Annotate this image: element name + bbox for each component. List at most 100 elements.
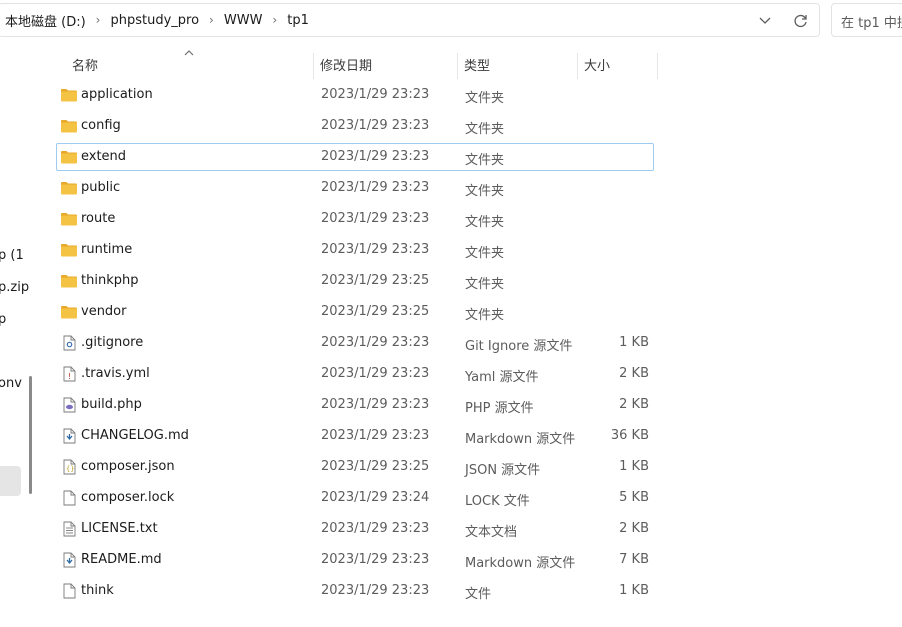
- file-name[interactable]: composer.lock: [81, 490, 174, 505]
- breadcrumb-item[interactable]: phpstudy_pro: [110, 13, 199, 28]
- file-date: 2023/1/29 23:24: [321, 490, 430, 505]
- file-name[interactable]: public: [81, 180, 120, 195]
- file-row[interactable]: LICENSE.txt 2023/1/29 23:23 文本文档 2 KB: [56, 515, 654, 543]
- file-row[interactable]: application 2023/1/29 23:23 文件夹: [56, 81, 654, 109]
- breadcrumb-separator-icon[interactable]: ›: [209, 13, 214, 27]
- breadcrumb-item[interactable]: 本地磁盘 (D:): [5, 11, 86, 30]
- column-divider[interactable]: [457, 53, 458, 79]
- file-size: 1 KB: [619, 459, 649, 474]
- file-type: Markdown 源文件: [465, 432, 576, 447]
- gear-file-icon: [60, 335, 78, 351]
- file-row[interactable]: extend 2023/1/29 23:23 文件夹: [56, 143, 654, 171]
- file-name[interactable]: LICENSE.txt: [81, 521, 158, 536]
- markdown-file-icon: [60, 552, 78, 568]
- folder-icon: [60, 149, 78, 165]
- search-box[interactable]: 在 tp1 中搜: [831, 3, 902, 37]
- file-row[interactable]: build.php 2023/1/29 23:23 PHP 源文件 2 KB: [56, 391, 654, 419]
- breadcrumb-item[interactable]: WWW: [224, 13, 263, 28]
- file-row[interactable]: CHANGELOG.md 2023/1/29 23:23 Markdown 源文件 3…: [56, 422, 654, 450]
- file-date: 2023/1/29 23:23: [321, 583, 430, 598]
- file-row[interactable]: README.md 2023/1/29 23:23 Markdown 源文件 7 KB: [56, 546, 654, 574]
- breadcrumb-item[interactable]: tp1: [287, 13, 309, 28]
- file-row[interactable]: thinkphp 2023/1/29 23:25 文件夹: [56, 267, 654, 295]
- folder-icon: [60, 273, 78, 289]
- file-name[interactable]: composer.json: [81, 459, 175, 474]
- column-divider[interactable]: [577, 53, 578, 79]
- file-date: 2023/1/29 23:23: [321, 552, 430, 567]
- file-name[interactable]: .travis.yml: [81, 366, 150, 381]
- file-date: 2023/1/29 23:23: [321, 211, 430, 226]
- file-type: LOCK 文件: [465, 494, 530, 509]
- yaml-file-icon: !: [60, 366, 78, 382]
- breadcrumb-separator-icon[interactable]: ›: [272, 13, 277, 27]
- file-type: Markdown 源文件: [465, 556, 576, 571]
- breadcrumb: 本地磁盘 (D:) › phpstudy_pro › WWW › tp1: [5, 4, 309, 36]
- file-date: 2023/1/29 23:23: [321, 397, 430, 412]
- folder-icon: [60, 304, 78, 320]
- column-size-header[interactable]: 大小: [584, 49, 610, 79]
- file-type: PHP 源文件: [465, 401, 534, 416]
- file-row[interactable]: .gitignore 2023/1/29 23:23 Git Ignore 源文件 1…: [56, 329, 654, 357]
- file-name[interactable]: vendor: [81, 304, 126, 319]
- file-row[interactable]: think 2023/1/29 23:23 文件 1 KB: [56, 577, 654, 605]
- file-date: 2023/1/29 23:23: [321, 428, 430, 443]
- file-type: 文件夹: [465, 308, 505, 323]
- file-date: 2023/1/29 23:23: [321, 366, 430, 381]
- refresh-icon[interactable]: [791, 12, 811, 30]
- address-bar[interactable]: 本地磁盘 (D:) › phpstudy_pro › WWW › tp1: [0, 3, 820, 37]
- column-divider[interactable]: [657, 53, 658, 79]
- sort-ascending-icon: [184, 50, 194, 56]
- nav-selected-item[interactable]: [0, 466, 21, 496]
- file-type: Yaml 源文件: [465, 370, 539, 385]
- file-type: 文件夹: [465, 246, 505, 261]
- file-date: 2023/1/29 23:23: [321, 335, 430, 350]
- file-name[interactable]: think: [81, 583, 114, 598]
- file-row[interactable]: vendor 2023/1/29 23:25 文件夹: [56, 298, 654, 326]
- file-size: 1 KB: [619, 583, 649, 598]
- file-name[interactable]: README.md: [81, 552, 162, 567]
- file-name[interactable]: .gitignore: [81, 335, 143, 350]
- column-date-header[interactable]: 修改日期: [320, 49, 372, 79]
- file-name[interactable]: application: [81, 87, 153, 102]
- blank-file-icon: [60, 583, 78, 599]
- nav-item-label[interactable]: p.zip: [0, 280, 29, 295]
- file-row[interactable]: {} composer.json 2023/1/29 23:25 JSON 源文件 1 …: [56, 453, 654, 481]
- file-name[interactable]: route: [81, 211, 115, 226]
- breadcrumb-separator-icon[interactable]: ›: [96, 13, 101, 27]
- chevron-down-icon[interactable]: [755, 12, 775, 30]
- file-name[interactable]: CHANGELOG.md: [81, 428, 189, 443]
- file-size: 7 KB: [619, 552, 649, 567]
- file-type: 文本文档: [465, 525, 518, 540]
- nav-item-label[interactable]: onv: [0, 376, 22, 391]
- column-divider[interactable]: [313, 53, 314, 79]
- folder-icon: [60, 180, 78, 196]
- column-name-header[interactable]: 名称: [72, 49, 98, 79]
- file-row[interactable]: composer.lock 2023/1/29 23:24 LOCK 文件 5 KB: [56, 484, 654, 512]
- file-name[interactable]: thinkphp: [81, 273, 138, 288]
- file-name[interactable]: build.php: [81, 397, 142, 412]
- json-file-icon: {}: [60, 459, 78, 475]
- file-row[interactable]: ! .travis.yml 2023/1/29 23:23 Yaml 源文件 2 KB: [56, 360, 654, 388]
- file-type: Git Ignore 源文件: [465, 339, 573, 354]
- file-type: 文件夹: [465, 153, 505, 168]
- nav-item-label[interactable]: p: [0, 312, 6, 327]
- column-type-header[interactable]: 类型: [464, 49, 490, 79]
- file-row[interactable]: config 2023/1/29 23:23 文件夹: [56, 112, 654, 140]
- nav-item-label[interactable]: p (1: [0, 248, 24, 263]
- file-name[interactable]: runtime: [81, 242, 132, 257]
- file-row[interactable]: route 2023/1/29 23:23 文件夹: [56, 205, 654, 233]
- search-placeholder: 在 tp1 中搜: [841, 16, 902, 31]
- folder-icon: [60, 118, 78, 134]
- file-row[interactable]: runtime 2023/1/29 23:23 文件夹: [56, 236, 654, 264]
- file-date: 2023/1/29 23:23: [321, 149, 430, 164]
- file-date: 2023/1/29 23:25: [321, 304, 430, 319]
- text-file-icon: [60, 521, 78, 537]
- nav-scrollbar[interactable]: [29, 376, 32, 494]
- file-name[interactable]: extend: [81, 149, 126, 164]
- column-header: 名称 修改日期 类型 大小: [38, 49, 902, 79]
- file-name[interactable]: config: [81, 118, 121, 133]
- file-type: 文件夹: [465, 184, 505, 199]
- svg-text:!: !: [68, 372, 71, 381]
- file-date: 2023/1/29 23:23: [321, 180, 430, 195]
- file-row[interactable]: public 2023/1/29 23:23 文件夹: [56, 174, 654, 202]
